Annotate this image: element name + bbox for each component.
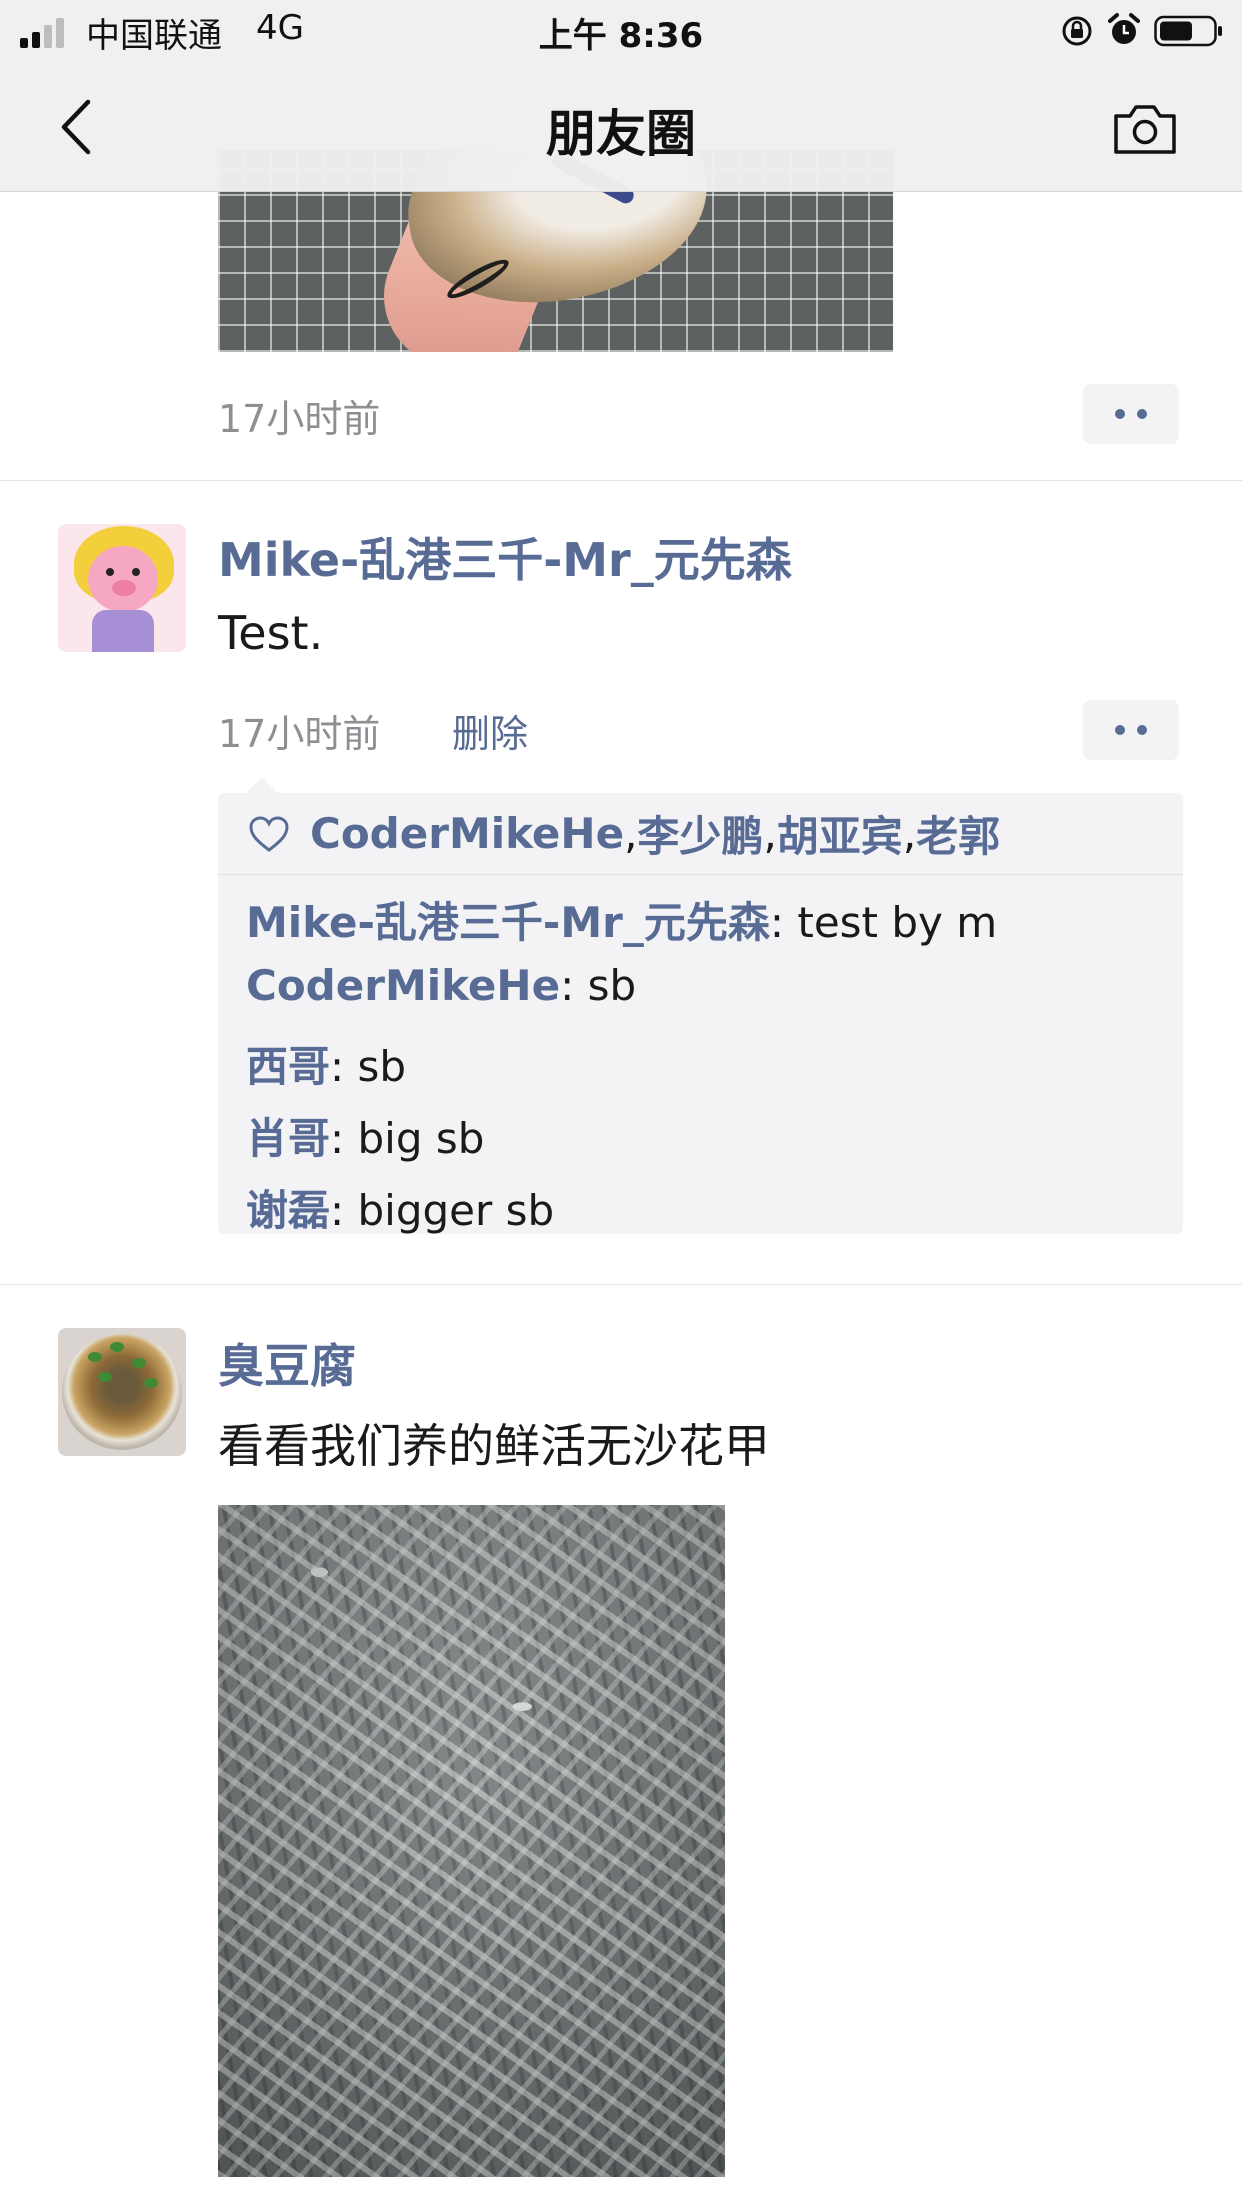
comment-text: : bigger sb [330,1186,555,1235]
post-text: 看看我们养的鲜活无沙花甲 [218,1419,770,1473]
avatar-herb [132,1358,146,1368]
liker-name[interactable]: 胡亚宾 [777,803,903,864]
post-timestamp: 17小时前 [218,712,381,756]
liker-name[interactable]: CoderMikeHe [310,809,624,858]
delete-post-link[interactable]: 删除 [452,703,528,758]
comment-author[interactable]: 谢磊 [246,1186,330,1235]
avatar-herb [98,1372,112,1382]
nav-bar: 朋友圈 [0,62,1242,192]
dot-icon [1137,725,1147,735]
dot-icon [1137,409,1147,419]
post-author-name[interactable]: 臭豆腐 [218,1330,356,1396]
clock-time: 上午 8:36 [538,16,704,56]
comment-author[interactable]: Mike-乱港三千-Mr_元先森 [246,898,770,947]
post-photo-clams[interactable] [218,1505,725,2177]
liker-separator: , [624,809,638,858]
comment-author[interactable]: 肖哥 [246,1114,330,1163]
page-title: 朋友圈 [546,105,696,163]
avatar-herb [110,1342,124,1352]
comment-text: : big sb [330,1114,485,1163]
top-header: 中国联通 4G 上午 8:36 朋友圈 [0,0,1242,192]
more-options-button[interactable] [1083,700,1179,760]
moments-screen: 17小时前 Mike-乱港三千-Mr_元先森 Test. 17小时前 删除 Co… [0,0,1242,2208]
battery-icon [1154,15,1222,47]
moments-feed[interactable]: 17小时前 Mike-乱港三千-Mr_元先森 Test. 17小时前 删除 Co… [0,0,1242,2208]
comment-text: : sb [330,1042,407,1091]
avatar-herb [88,1352,102,1362]
post-timestamp: 17小时前 [218,397,381,441]
liker-name[interactable]: 李少鹏 [637,803,763,864]
liker-separator: , [763,809,777,858]
avatar[interactable] [58,1328,186,1456]
status-bar: 中国联通 4G 上午 8:36 [0,0,1242,62]
avatar-eye [132,568,140,576]
liker-separator: , [902,809,917,858]
dot-icon [1115,409,1125,419]
comment-author[interactable]: 西哥 [246,1042,330,1091]
likes-and-comments-panel: CoderMikeHe , 李少鹏 , 胡亚宾 , 老郭 Mike-乱港三千-M… [218,777,1183,1235]
avatar-eye [106,568,114,576]
comment-item[interactable]: 西哥: sb [246,1033,406,1094]
avatar-snout [112,580,136,596]
dot-icon [1115,725,1125,735]
post-divider [0,480,1242,481]
alarm-icon [1108,13,1140,44]
avatar-bowl [62,1334,182,1450]
comment-author[interactable]: CoderMikeHe [246,961,560,1010]
post-author-name[interactable]: Mike-乱港三千-Mr_元先森 [218,524,792,590]
comment-item[interactable]: 肖哥: big sb [246,1105,484,1166]
liker-name[interactable]: 老郭 [916,803,1000,864]
comment-item[interactable]: Mike-乱港三千-Mr_元先森: test by m [246,889,997,950]
avatar-body [92,610,154,652]
post-text: Test. [218,606,324,660]
likes-row: CoderMikeHe , 李少鹏 , 胡亚宾 , 老郭 [218,793,1183,875]
avatar-herb [144,1378,158,1388]
more-options-button[interactable] [1083,384,1179,444]
orientation-lock-icon [1062,16,1092,46]
comment-item[interactable]: 谢磊: bigger sb [246,1177,554,1238]
comment-text: : sb [560,961,637,1010]
camera-icon[interactable] [1112,100,1178,156]
avatar[interactable] [58,524,186,652]
avatar-head [88,546,158,612]
heart-icon [249,815,289,852]
comment-item[interactable]: CoderMikeHe: sb [246,961,636,1010]
comment-text: : test by m [769,898,998,947]
post-divider [0,1284,1242,1285]
photo-shade [218,1505,725,2177]
